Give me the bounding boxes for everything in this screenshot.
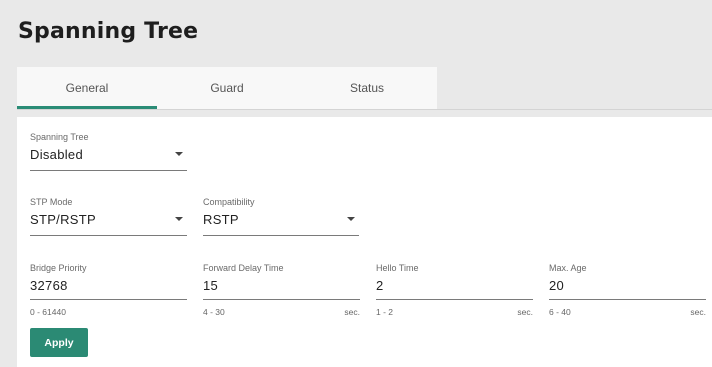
- caret-down-icon: [175, 217, 183, 221]
- stp-mode-label: STP Mode: [30, 197, 73, 207]
- max-age-field[interactable]: Max. Age 20 6 - 40 sec.: [549, 263, 706, 319]
- apply-button[interactable]: Apply: [30, 328, 88, 357]
- compatibility-underline: [203, 235, 359, 236]
- compatibility-label: Compatibility: [203, 197, 255, 207]
- max-age-underline: [549, 299, 706, 300]
- tab-bar: General Guard Status: [17, 67, 437, 109]
- bridge-priority-input[interactable]: 32768: [30, 278, 187, 293]
- compatibility-select[interactable]: Compatibility RSTP: [203, 197, 359, 237]
- max-age-hint: 6 - 40: [549, 307, 571, 317]
- tab-general-label: General: [65, 81, 109, 95]
- tab-divider: [17, 109, 712, 110]
- bridge-priority-field[interactable]: Bridge Priority 32768 0 - 61440: [30, 263, 187, 319]
- forward-delay-label: Forward Delay Time: [203, 263, 284, 273]
- hello-time-input[interactable]: 2: [376, 278, 533, 293]
- compatibility-value: RSTP: [203, 212, 239, 227]
- spanning-tree-underline: [30, 170, 187, 171]
- bridge-priority-hint: 0 - 61440: [30, 307, 66, 317]
- hello-time-underline: [376, 299, 533, 300]
- bridge-priority-underline: [30, 299, 187, 300]
- hello-time-label: Hello Time: [376, 263, 419, 273]
- hello-time-unit: sec.: [517, 307, 533, 317]
- tab-guard[interactable]: Guard: [157, 67, 297, 109]
- forward-delay-unit: sec.: [344, 307, 360, 317]
- tab-status-label: Status: [349, 81, 385, 95]
- spanning-tree-select[interactable]: Spanning Tree Disabled: [30, 132, 187, 172]
- spanning-tree-label: Spanning Tree: [30, 132, 89, 142]
- spanning-tree-value: Disabled: [30, 147, 83, 162]
- caret-down-icon: [175, 152, 183, 156]
- page-title: Spanning Tree: [18, 19, 199, 44]
- stp-mode-value: STP/RSTP: [30, 212, 96, 227]
- stp-mode-select[interactable]: STP Mode STP/RSTP: [30, 197, 187, 237]
- bridge-priority-label: Bridge Priority: [30, 263, 87, 273]
- forward-delay-underline: [203, 299, 360, 300]
- tab-general[interactable]: General: [17, 67, 157, 109]
- forward-delay-field[interactable]: Forward Delay Time 15 4 - 30 sec.: [203, 263, 360, 319]
- hello-time-hint: 1 - 2: [376, 307, 394, 317]
- forward-delay-input[interactable]: 15: [203, 278, 360, 293]
- tab-status[interactable]: Status: [297, 67, 437, 109]
- general-settings-panel: Spanning Tree Disabled STP Mode STP/RSTP…: [17, 117, 712, 367]
- max-age-input[interactable]: 20: [549, 278, 706, 293]
- forward-delay-hint: 4 - 30: [203, 307, 225, 317]
- tab-guard-label: Guard: [210, 81, 244, 95]
- hello-time-field[interactable]: Hello Time 2 1 - 2 sec.: [376, 263, 533, 319]
- max-age-unit: sec.: [690, 307, 706, 317]
- max-age-label: Max. Age: [549, 263, 587, 273]
- stp-mode-underline: [30, 235, 187, 236]
- caret-down-icon: [347, 217, 355, 221]
